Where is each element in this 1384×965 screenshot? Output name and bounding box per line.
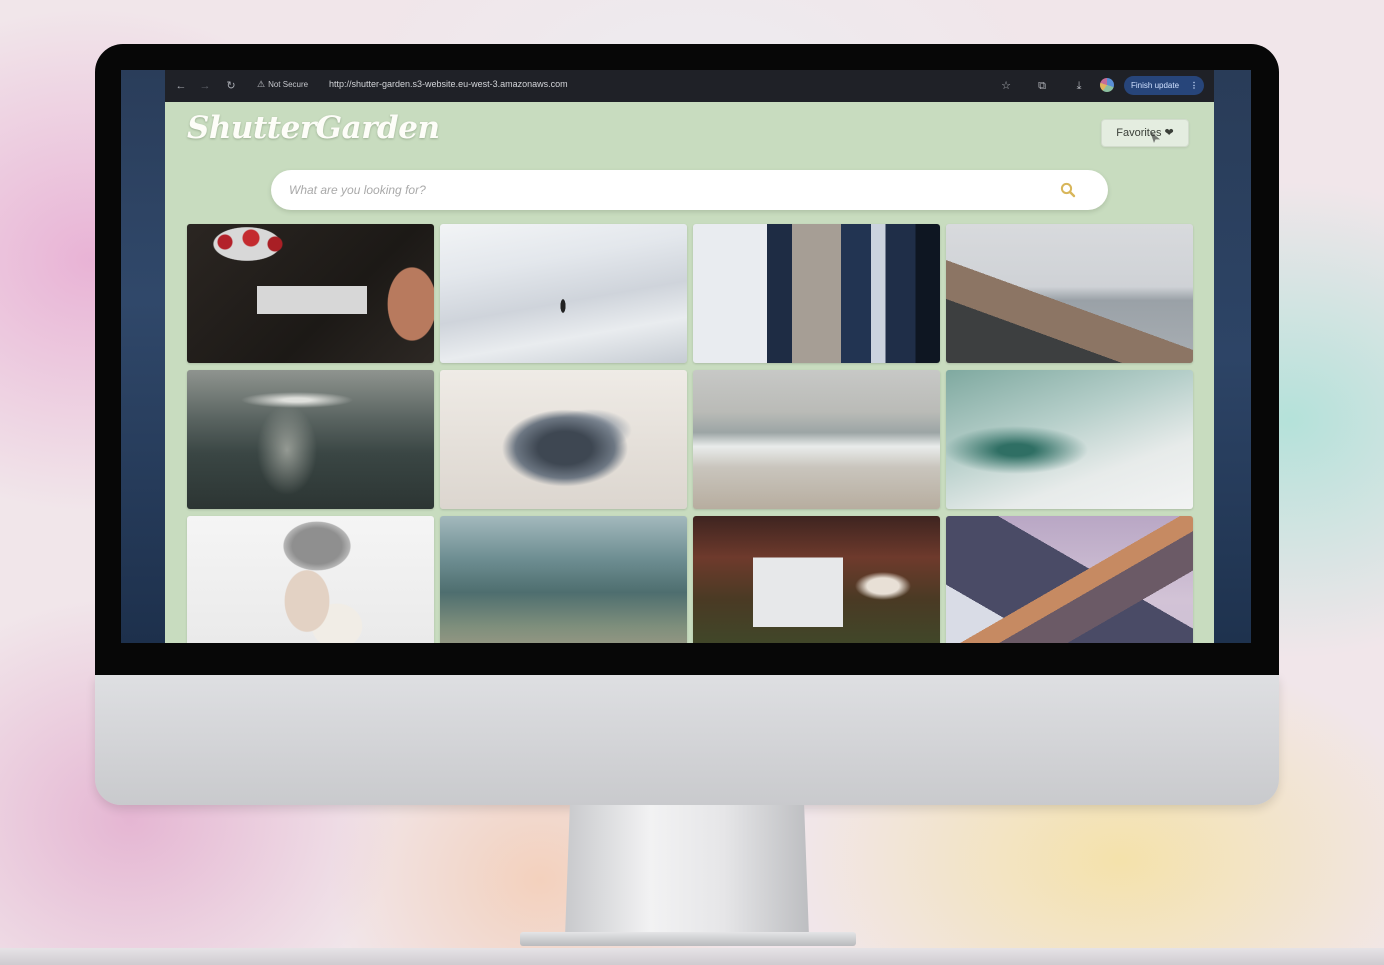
security-indicator[interactable]: ⚠ Not Secure <box>257 79 308 90</box>
forward-arrow-icon[interactable]: → <box>197 78 213 94</box>
monitor-stand <box>565 805 809 937</box>
photo-card[interactable] <box>187 370 434 509</box>
security-label: Not Secure <box>268 80 309 89</box>
extensions-icon[interactable]: ⧉ <box>1034 78 1050 94</box>
background-floor-strip <box>0 948 1384 965</box>
monitor-screen: ← → ↻ ⚠ Not Secure http://shutter-garden… <box>121 70 1251 643</box>
desktop-wallpaper-left <box>121 70 166 643</box>
search-icon[interactable] <box>1059 181 1077 199</box>
photo-gallery <box>187 224 1193 643</box>
photo-card[interactable] <box>693 224 940 363</box>
search-input[interactable] <box>289 181 1049 199</box>
monitor-stand-base <box>520 932 856 946</box>
back-arrow-icon[interactable]: ← <box>173 78 189 94</box>
profile-icon[interactable] <box>1100 78 1114 92</box>
photo-card[interactable] <box>440 516 687 643</box>
photo-card[interactable] <box>440 370 687 509</box>
photo-card[interactable] <box>187 224 434 363</box>
browser-toolbar: ← → ↻ ⚠ Not Secure http://shutter-garden… <box>165 70 1214 102</box>
download-icon[interactable]: ⤓ <box>1071 78 1087 94</box>
photo-card[interactable] <box>946 224 1193 363</box>
photo-card[interactable] <box>440 224 687 363</box>
browser-window: ← → ↻ ⚠ Not Secure http://shutter-garden… <box>165 70 1214 643</box>
address-bar[interactable]: http://shutter-garden.s3-website.eu-west… <box>329 79 568 89</box>
site-logo[interactable]: ShutterGarden <box>187 110 440 146</box>
desktop-wallpaper-right <box>1214 70 1251 643</box>
finish-update-label: Finish update <box>1131 81 1180 90</box>
photo-card[interactable] <box>693 370 940 509</box>
photo-card[interactable] <box>946 370 1193 509</box>
photo-card[interactable] <box>187 516 434 643</box>
star-icon[interactable]: ☆ <box>998 78 1014 94</box>
search-bar <box>271 170 1108 210</box>
favorites-button[interactable]: Favorites ❤ <box>1101 119 1189 147</box>
photo-card[interactable] <box>946 516 1193 643</box>
monitor-chin <box>95 675 1279 805</box>
photo-card[interactable] <box>693 516 940 643</box>
reload-icon[interactable]: ↻ <box>223 78 239 94</box>
more-vert-icon: ⋮ <box>1190 81 1198 90</box>
finish-update-button[interactable]: Finish update ⋮ <box>1124 76 1204 95</box>
warning-icon: ⚠ <box>257 79 266 89</box>
